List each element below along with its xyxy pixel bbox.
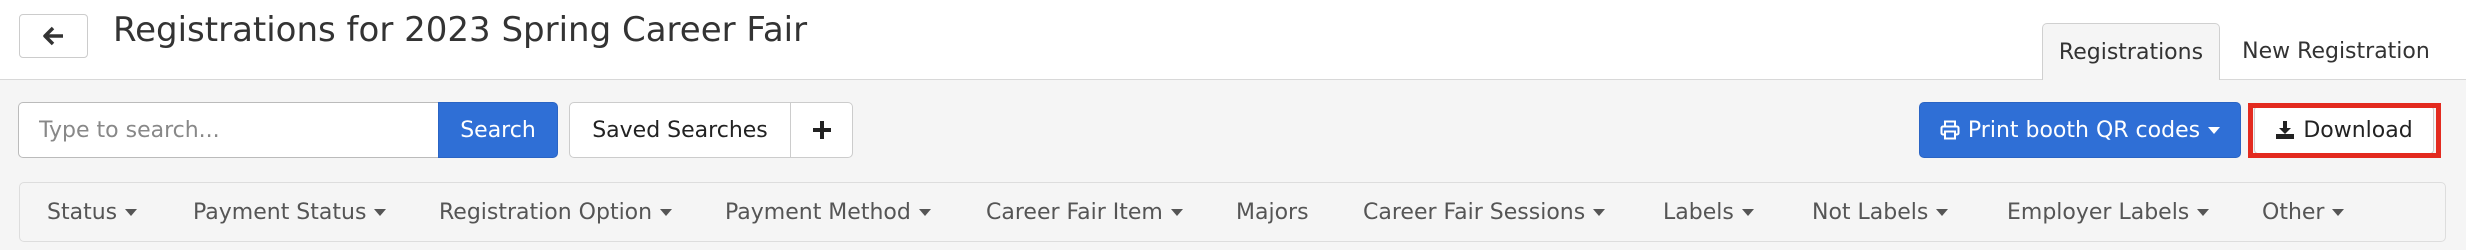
filter-majors[interactable]: Majors [1236, 183, 1309, 241]
filter-employer-labels[interactable]: Employer Labels [2007, 183, 2210, 241]
filter-label: Registration Option [439, 199, 653, 225]
filter-career-fair-item[interactable]: Career Fair Item [986, 183, 1183, 241]
filter-label: Career Fair Item [986, 199, 1163, 225]
print-button-label: Print booth QR codes [1967, 117, 2201, 143]
search-input[interactable] [18, 102, 438, 158]
saved-searches-button[interactable]: Saved Searches [570, 103, 791, 157]
add-saved-search-button[interactable] [791, 103, 852, 157]
filter-labels[interactable]: Labels [1663, 183, 1754, 241]
saved-searches-group: Saved Searches [569, 102, 853, 158]
caret-down-icon [125, 208, 138, 216]
caret-down-icon [1170, 208, 1183, 216]
filter-label: Payment Status [193, 199, 367, 225]
filter-bar: Status Payment Status Registration Optio… [19, 182, 2446, 242]
caret-down-icon [660, 208, 673, 216]
filter-not-labels[interactable]: Not Labels [1812, 183, 1949, 241]
arrow-left-icon [42, 26, 63, 46]
caret-down-icon [1593, 208, 1606, 216]
search-button-label: Search [460, 117, 536, 143]
filter-registration-option[interactable]: Registration Option [439, 183, 673, 241]
filter-label: Labels [1663, 199, 1734, 225]
tab-label: Registrations [2058, 39, 2204, 65]
page-header: Registrations for 2023 Spring Career Fai… [0, 0, 2466, 80]
tab-new-registration[interactable]: New Registration [2222, 23, 2450, 80]
filter-label: Other [2262, 199, 2325, 225]
filter-label: Payment Method [725, 199, 911, 225]
caret-down-icon [918, 208, 931, 216]
filter-career-fair-sessions[interactable]: Career Fair Sessions [1363, 183, 1606, 241]
filter-payment-status[interactable]: Payment Status [193, 183, 387, 241]
filter-label: Not Labels [1812, 199, 1929, 225]
printer-icon [1940, 120, 1960, 140]
download-icon [2276, 121, 2295, 139]
filter-other[interactable]: Other [2262, 183, 2345, 241]
caret-down-icon [2197, 208, 2210, 216]
tab-label: New Registration [2242, 39, 2430, 64]
filter-payment-method[interactable]: Payment Method [725, 183, 931, 241]
download-button[interactable]: Download [2254, 106, 2434, 154]
caret-down-icon [2208, 126, 2221, 134]
search-button[interactable]: Search [438, 102, 558, 158]
page-title: Registrations for 2023 Spring Career Fai… [113, 10, 808, 50]
back-button[interactable] [19, 14, 88, 58]
filter-label: Career Fair Sessions [1363, 199, 1586, 225]
filter-label: Majors [1236, 199, 1309, 225]
filter-label: Employer Labels [2007, 199, 2190, 225]
saved-searches-label: Saved Searches [592, 117, 768, 143]
search-group: Search [18, 102, 558, 158]
caret-down-icon [1936, 208, 1949, 216]
print-booth-qr-codes-button[interactable]: Print booth QR codes [1919, 102, 2241, 158]
tab-registrations[interactable]: Registrations [2042, 23, 2220, 80]
download-button-label: Download [2303, 117, 2413, 143]
filter-label: Status [47, 199, 118, 225]
caret-down-icon [2332, 208, 2345, 216]
filter-status[interactable]: Status [47, 183, 138, 241]
plus-icon [812, 121, 831, 139]
caret-down-icon [1741, 208, 1754, 216]
caret-down-icon [374, 208, 387, 216]
